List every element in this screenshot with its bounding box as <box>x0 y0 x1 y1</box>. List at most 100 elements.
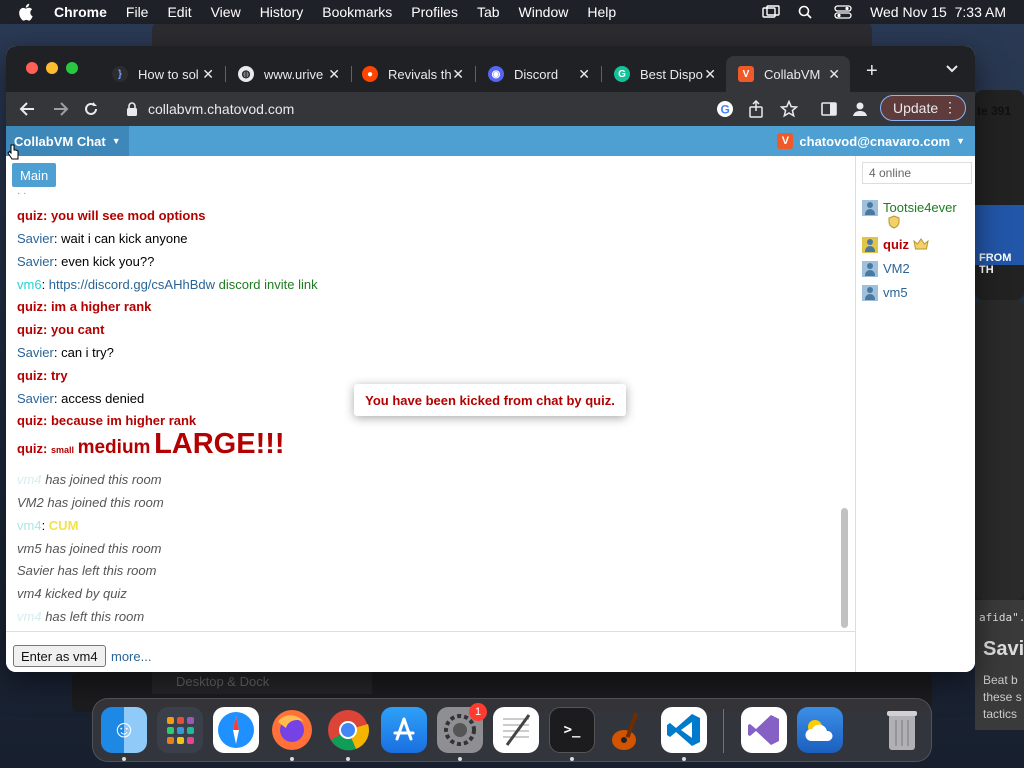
close-tab-icon[interactable]: ✕ <box>704 66 716 83</box>
user-name[interactable]: VM2 <box>883 261 910 276</box>
screen-mirroring-icon[interactable] <box>762 5 780 19</box>
menu-datetime[interactable]: Wed Nov 15 7:33 AM <box>870 4 1006 20</box>
menu-window[interactable]: Window <box>519 4 569 20</box>
chat-scrollbar-thumb[interactable] <box>841 508 848 628</box>
textedit-icon[interactable] <box>493 707 539 753</box>
launchpad-icon[interactable] <box>157 707 203 753</box>
profile-icon[interactable] <box>851 100 869 118</box>
message-author[interactable]: quiz <box>17 299 43 314</box>
tab-urive[interactable]: ◍ www.urive ✕ <box>226 56 350 92</box>
menu-help[interactable]: Help <box>587 4 616 20</box>
side-panel-icon[interactable] <box>820 100 838 118</box>
menu-bookmarks[interactable]: Bookmarks <box>322 4 392 20</box>
garageband-icon[interactable] <box>605 707 651 753</box>
message-author[interactable]: quiz <box>17 208 43 223</box>
chrome-icon[interactable] <box>325 707 371 753</box>
trash-icon[interactable] <box>879 707 925 753</box>
apple-icon[interactable] <box>18 3 36 21</box>
safari-icon[interactable] <box>213 707 259 753</box>
message-author[interactable]: quiz <box>17 322 43 337</box>
message-author[interactable]: Savier <box>17 231 54 246</box>
message-text: CUM <box>48 518 79 533</box>
user-list-item[interactable]: Tootsie4ever <box>862 200 957 232</box>
menu-app-name[interactable]: Chrome <box>54 4 107 20</box>
finder-icon[interactable]: ☺ <box>101 707 147 753</box>
menu-history[interactable]: History <box>260 4 304 20</box>
app-store-icon[interactable] <box>381 707 427 753</box>
vscode-icon[interactable] <box>661 707 707 753</box>
close-tab-icon[interactable]: ✕ <box>202 66 214 83</box>
tab-best-dispo[interactable]: G Best Dispo ✕ <box>602 56 726 92</box>
firefox-icon[interactable] <box>269 707 315 753</box>
close-tab-icon[interactable]: ✕ <box>328 66 340 83</box>
lock-icon[interactable] <box>126 102 138 116</box>
user-list-item[interactable]: quiz <box>862 237 929 254</box>
message-author[interactable]: quiz <box>17 441 43 456</box>
more-link[interactable]: more... <box>111 649 151 664</box>
system-message: VM2 has joined this room <box>17 495 164 510</box>
more-vert-icon[interactable]: ⋮ <box>943 99 957 116</box>
terminal-icon[interactable]: >_ <box>549 707 595 753</box>
globe-icon: ◍ <box>238 66 254 82</box>
control-center-icon[interactable] <box>834 5 852 19</box>
tab-revivals[interactable]: ● Revivals th ✕ <box>350 56 474 92</box>
share-icon[interactable] <box>748 99 766 118</box>
message-author[interactable]: Savier <box>17 254 54 269</box>
back-arrow-icon[interactable] <box>16 98 38 120</box>
message-author[interactable]: quiz <box>17 368 43 383</box>
bookmark-star-icon[interactable] <box>779 99 799 118</box>
update-button[interactable]: Update ⋮ <box>880 95 966 121</box>
visual-studio-icon[interactable] <box>741 707 787 753</box>
background-heading: Savi <box>983 638 1024 660</box>
message-author[interactable]: vm4 <box>17 518 42 533</box>
user-menu[interactable]: V chatovod@cnavaro.com ▼ <box>777 126 965 156</box>
message-author[interactable]: vm4 <box>17 609 42 624</box>
close-tab-icon[interactable]: ✕ <box>578 66 590 83</box>
chat-message-sizes: quiz: small medium LARGE!!! <box>17 428 285 460</box>
address-bar[interactable]: collabvm.chatovod.com <box>116 96 816 122</box>
menu-profiles[interactable]: Profiles <box>411 4 458 20</box>
message-author[interactable]: vm6 <box>17 277 42 292</box>
tab-discord[interactable]: ◉ Discord ✕ <box>476 56 600 92</box>
chat-message: Savier: even kick you?? <box>17 254 154 269</box>
minimize-window-button[interactable] <box>46 62 58 74</box>
medium-text: medium <box>77 437 151 458</box>
reload-icon[interactable] <box>80 98 102 120</box>
menu-view[interactable]: View <box>211 4 241 20</box>
new-tab-icon[interactable]: + <box>866 60 878 83</box>
google-icon[interactable]: G <box>716 100 734 118</box>
menu-file[interactable]: File <box>126 4 149 20</box>
system-settings-icon[interactable]: 1 <box>437 703 487 753</box>
user-list-item[interactable]: VM2 <box>862 261 910 277</box>
tab-how-to-solve[interactable]: } How to sol ✕ <box>100 56 224 92</box>
search-icon[interactable] <box>798 5 816 19</box>
tab-title: Best Dispo <box>640 66 703 82</box>
message-text: : can i try? <box>53 345 114 360</box>
close-tab-icon[interactable]: ✕ <box>828 66 840 83</box>
zoom-window-button[interactable] <box>66 62 78 74</box>
message-author[interactable]: Savier <box>17 391 54 406</box>
discord-icon: ◉ <box>488 66 504 82</box>
url-text[interactable]: collabvm.chatovod.com <box>148 101 294 117</box>
enter-chat-button[interactable]: Enter as vm4 <box>13 645 106 667</box>
tab-collabvm[interactable]: V CollabVM ✕ <box>726 56 850 92</box>
user-name[interactable]: quiz <box>883 237 909 252</box>
menu-tab[interactable]: Tab <box>477 4 500 20</box>
tab-search-chevron-icon[interactable] <box>946 62 958 76</box>
discord-invite-link[interactable]: https://discord.gg/csAHhBdw <box>49 277 215 292</box>
menu-edit[interactable]: Edit <box>167 4 191 20</box>
tab-title: How to sol <box>138 66 199 82</box>
message-author[interactable]: quiz <box>17 413 43 428</box>
room-tab-main[interactable]: Main <box>12 163 57 187</box>
close-tab-icon[interactable]: ✕ <box>452 66 464 83</box>
system-message: vm4 kicked by quiz <box>17 586 127 601</box>
user-name[interactable]: vm5 <box>883 285 908 300</box>
brand-menu[interactable]: CollabVM Chat ▼ <box>6 126 129 156</box>
user-list-item[interactable]: vm5 <box>862 285 908 301</box>
user-name[interactable]: Tootsie4ever <box>883 200 957 215</box>
message-author[interactable]: Savier <box>17 345 54 360</box>
forward-arrow-icon[interactable] <box>50 98 72 120</box>
message-author[interactable]: vm4 <box>17 472 42 487</box>
close-window-button[interactable] <box>26 62 38 74</box>
weather-icon[interactable] <box>797 707 843 753</box>
